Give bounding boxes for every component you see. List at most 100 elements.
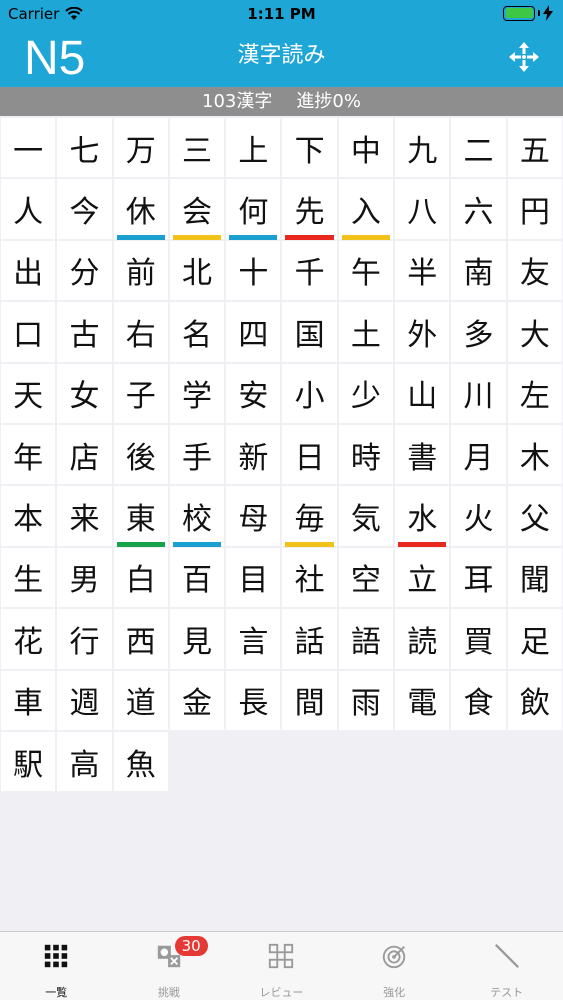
kanji-cell[interactable]: 書	[395, 424, 450, 485]
kanji-cell[interactable]: 九	[395, 118, 450, 178]
kanji-cell[interactable]: 魚	[113, 731, 168, 792]
kanji-cell[interactable]: 本	[1, 486, 56, 546]
kanji-cell[interactable]: 立	[395, 547, 450, 608]
kanji-cell[interactable]: 外	[395, 302, 450, 362]
tab-list[interactable]: 一覧	[0, 932, 113, 1000]
kanji-cell[interactable]: 目	[226, 547, 281, 608]
kanji-cell[interactable]: 語	[338, 609, 394, 669]
kanji-cell[interactable]: 午	[338, 240, 394, 301]
kanji-cell[interactable]: 花	[1, 609, 56, 669]
tab-strengthen[interactable]: 強化	[338, 932, 451, 1000]
kanji-cell[interactable]: 中	[338, 118, 394, 178]
kanji-cell[interactable]: 社	[282, 547, 337, 608]
kanji-cell[interactable]: 読	[395, 609, 450, 669]
kanji-cell[interactable]: 安	[226, 363, 281, 423]
kanji-cell[interactable]: 土	[338, 302, 394, 362]
kanji-cell[interactable]: 白	[113, 547, 168, 608]
kanji-cell[interactable]: 食	[451, 670, 506, 730]
kanji-cell[interactable]: 下	[282, 118, 337, 178]
kanji-cell[interactable]: 会	[169, 179, 225, 240]
kanji-cell[interactable]: 水	[395, 486, 450, 547]
kanji-cell[interactable]: 小	[282, 363, 337, 423]
kanji-cell[interactable]: 何	[226, 179, 281, 240]
tab-challenge[interactable]: 30 挑戦	[113, 932, 226, 1000]
kanji-cell[interactable]: 三	[169, 118, 225, 178]
kanji-cell[interactable]: 千	[282, 240, 337, 301]
kanji-cell[interactable]: 校	[169, 486, 225, 547]
kanji-cell[interactable]: 後	[113, 424, 168, 485]
kanji-cell[interactable]: 休	[113, 179, 168, 240]
kanji-cell[interactable]: 入	[338, 179, 394, 240]
kanji-cell[interactable]: 東	[113, 486, 168, 547]
kanji-cell[interactable]: 上	[226, 118, 281, 178]
kanji-cell[interactable]: 足	[507, 609, 562, 669]
kanji-cell[interactable]: 話	[282, 609, 337, 669]
kanji-cell[interactable]: 父	[507, 486, 562, 546]
kanji-cell[interactable]: 多	[451, 302, 506, 362]
kanji-cell[interactable]: 子	[113, 363, 168, 423]
kanji-cell[interactable]: 百	[169, 547, 225, 608]
kanji-cell[interactable]: 万	[113, 118, 168, 178]
kanji-cell[interactable]: 買	[451, 609, 506, 669]
kanji-cell[interactable]: 金	[169, 670, 225, 730]
kanji-cell[interactable]: 先	[282, 179, 337, 240]
kanji-cell[interactable]: 女	[57, 363, 112, 423]
kanji-cell[interactable]: 高	[57, 731, 112, 792]
kanji-cell[interactable]: 西	[113, 609, 168, 669]
kanji-cell[interactable]: 天	[1, 363, 56, 423]
kanji-cell[interactable]: 半	[395, 240, 450, 301]
kanji-cell[interactable]: 出	[1, 240, 56, 301]
kanji-cell[interactable]: 一	[1, 118, 56, 178]
kanji-cell[interactable]: 車	[1, 670, 56, 730]
kanji-cell[interactable]: 行	[57, 609, 112, 669]
kanji-cell[interactable]: 今	[57, 179, 112, 239]
kanji-cell[interactable]: 時	[338, 424, 394, 485]
kanji-cell[interactable]: 新	[226, 424, 281, 485]
kanji-cell[interactable]: 学	[169, 363, 225, 423]
kanji-cell[interactable]: 十	[226, 240, 281, 301]
kanji-cell[interactable]: 電	[395, 670, 450, 730]
kanji-cell[interactable]: 火	[451, 486, 506, 546]
kanji-cell[interactable]: 月	[451, 424, 506, 485]
kanji-cell[interactable]: 来	[57, 486, 112, 546]
kanji-cell[interactable]: 七	[57, 118, 112, 178]
kanji-cell[interactable]: 前	[113, 240, 168, 301]
kanji-cell[interactable]: 生	[1, 547, 56, 608]
kanji-cell[interactable]: 雨	[338, 670, 394, 730]
kanji-cell[interactable]: 友	[507, 240, 562, 301]
kanji-cell[interactable]: 分	[57, 240, 112, 301]
kanji-cell[interactable]: 国	[282, 302, 337, 362]
move-arrows-icon[interactable]	[507, 40, 541, 74]
kanji-cell[interactable]: 人	[1, 179, 56, 239]
kanji-cell[interactable]: 耳	[451, 547, 506, 608]
kanji-cell[interactable]: 週	[57, 670, 112, 730]
kanji-cell[interactable]: 気	[338, 486, 394, 546]
kanji-cell[interactable]: 見	[169, 609, 225, 669]
kanji-cell[interactable]: 南	[451, 240, 506, 301]
kanji-cell[interactable]: 古	[57, 302, 112, 362]
kanji-cell[interactable]: 男	[57, 547, 112, 608]
kanji-cell[interactable]: 道	[113, 670, 168, 730]
kanji-cell[interactable]: 言	[226, 609, 281, 669]
kanji-cell[interactable]: 手	[169, 424, 225, 485]
kanji-cell[interactable]: 円	[507, 179, 562, 239]
kanji-cell[interactable]: 二	[451, 118, 506, 178]
kanji-cell[interactable]: 北	[169, 240, 225, 301]
kanji-cell[interactable]: 六	[451, 179, 506, 239]
kanji-cell[interactable]: 間	[282, 670, 337, 730]
kanji-cell[interactable]: 聞	[507, 547, 562, 608]
kanji-cell[interactable]: 山	[395, 363, 450, 423]
tab-test[interactable]: テスト	[450, 932, 563, 1000]
kanji-cell[interactable]: 日	[282, 424, 337, 485]
kanji-cell[interactable]: 長	[226, 670, 281, 730]
kanji-cell[interactable]: 毎	[282, 486, 337, 547]
kanji-cell[interactable]: 名	[169, 302, 225, 362]
kanji-cell[interactable]: 母	[226, 486, 281, 546]
kanji-cell[interactable]: 川	[451, 363, 506, 423]
tab-review[interactable]: レビュー	[225, 932, 338, 1000]
kanji-cell[interactable]: 空	[338, 547, 394, 608]
kanji-cell[interactable]: 店	[57, 424, 112, 485]
kanji-cell[interactable]: 左	[507, 363, 562, 423]
kanji-cell[interactable]: 右	[113, 302, 168, 362]
kanji-cell[interactable]: 駅	[1, 731, 56, 792]
